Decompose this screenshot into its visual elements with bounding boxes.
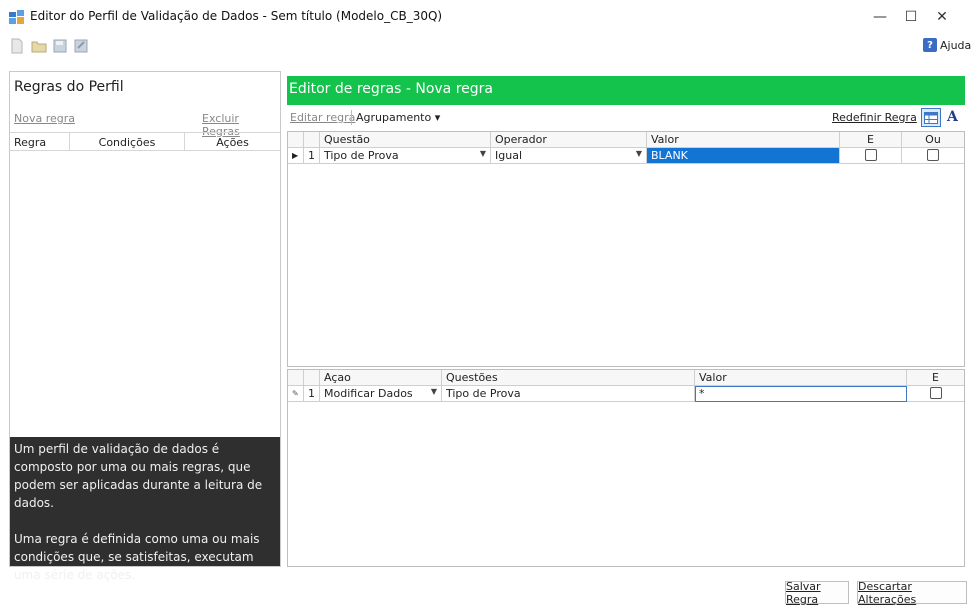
discard-changes-button[interactable]: Descartar Alterações [857,580,967,606]
actions-grid: Açao Questões Valor E ✎ 1 Modificar Dado… [287,369,965,567]
row-number-header [304,370,320,386]
info-paragraph: Um perfil de validação de dados é compos… [14,442,263,510]
conditions-grid: Questão Operador Valor E Ou ▶ 1 Tipo de … [287,131,965,367]
window-title: Editor do Perfil de Validação de Dados -… [30,9,443,23]
save-as-icon[interactable] [73,38,89,54]
table-row[interactable]: ▶ 1 Tipo de Prova ▼ Igual ▼ BLANK [288,148,964,164]
actions-header-row: Açao Questões Valor E [288,370,964,386]
action-value-input[interactable]: * [695,386,907,402]
new-rule-link[interactable]: Nova regra [14,112,75,125]
row-number: 1 [304,148,320,164]
action-select[interactable]: Modificar Dados ▼ [320,386,442,402]
column-header-rule[interactable]: Regra [10,133,70,150]
column-header-conditions[interactable]: Condições [70,133,185,150]
help-icon: ? [923,38,937,52]
action-value: Modificar Dados [324,387,413,400]
column-header-action-and[interactable]: E [907,370,964,386]
table-row[interactable]: ✎ 1 Modificar Dados ▼ Tipo de Prova * [288,386,964,402]
grid-view-icon[interactable] [921,108,941,127]
help-label: Ajuda [940,38,971,52]
toolbar-divider [351,110,352,125]
column-header-actions[interactable]: Ações [185,133,280,150]
row-selector-icon: ▶ [288,148,304,164]
editor-header: Editor de regras - Nova regra [287,76,965,105]
info-box: Um perfil de validação de dados é compos… [10,437,280,582]
rules-table-header: Regra Condições Ações [10,132,280,151]
question-select[interactable]: Tipo de Prova ▼ [320,148,491,164]
chevron-down-icon[interactable]: ▼ [431,387,437,396]
app-icon [9,10,24,24]
operator-value: Igual [495,149,522,162]
column-header-operator[interactable]: Operador [491,132,647,148]
column-header-action[interactable]: Açao [320,370,442,386]
column-header-or[interactable]: Ou [902,132,964,148]
column-header-action-value[interactable]: Valor [695,370,907,386]
reset-rule-button[interactable]: Redefinir Regra [832,111,917,124]
or-checkbox[interactable] [927,149,939,161]
column-header-question[interactable]: Questão [320,132,491,148]
questions-field[interactable]: Tipo de Prova [442,386,695,402]
edit-row-icon: ✎ [288,386,304,402]
value-field[interactable]: BLANK [647,148,840,164]
operator-select[interactable]: Igual ▼ [491,148,647,164]
action-and-checkbox-cell [907,386,964,402]
rules-panel: Regras do Perfil Nova regra Excluir Regr… [9,71,281,582]
column-header-questions[interactable]: Questões [442,370,695,386]
and-checkbox[interactable] [864,149,877,161]
close-button[interactable]: ✕ [919,4,965,30]
help-link[interactable]: ? Ajuda [923,38,971,52]
and-checkbox-cell [840,148,902,164]
column-header-and[interactable]: E [840,132,902,148]
row-marker-header [288,370,304,386]
row-number-header [304,132,320,148]
row-number: 1 [304,386,320,402]
toolbar [0,36,971,58]
or-checkbox-cell [902,148,964,164]
open-folder-icon[interactable] [31,38,47,54]
column-header-value[interactable]: Valor [647,132,840,148]
save-rule-button[interactable]: Salvar Regra [785,580,849,606]
question-value: Tipo de Prova [324,149,399,162]
info-paragraph: Uma regra é definida como uma ou mais co… [14,532,260,582]
chevron-down-icon[interactable]: ▼ [480,149,486,158]
chevron-down-icon[interactable]: ▼ [636,149,642,158]
save-icon[interactable] [52,38,68,54]
conditions-header-row: Questão Operador Valor E Ou [288,132,964,148]
font-icon[interactable]: A [947,109,958,125]
grouping-dropdown[interactable]: Agrupamento ▾ [356,111,440,124]
new-file-icon[interactable] [9,38,25,54]
edit-rule-link[interactable]: Editar regra [290,111,355,124]
row-marker-header [288,132,304,148]
action-and-checkbox[interactable] [929,387,942,399]
rules-panel-title: Regras do Perfil [14,79,124,95]
